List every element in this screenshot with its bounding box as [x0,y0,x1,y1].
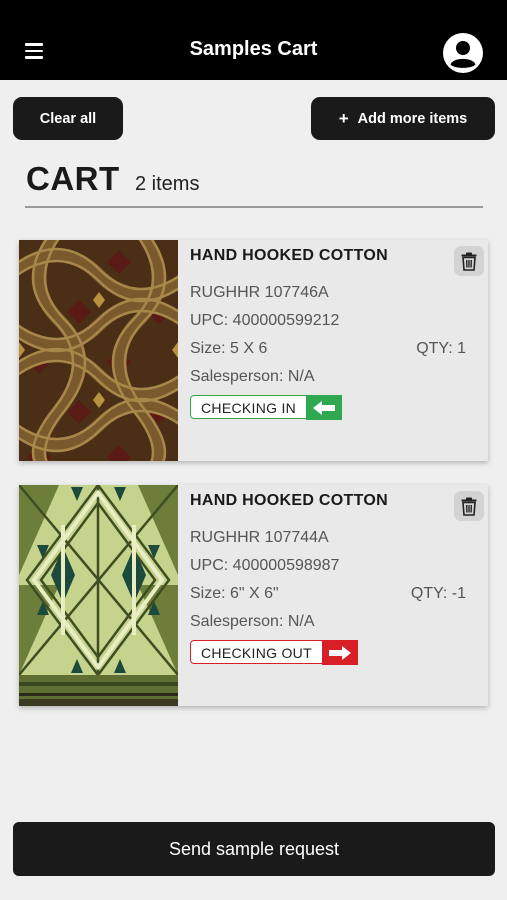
product-upc: UPC: 400000599212 [190,312,340,329]
status-badge: CHECKING OUT [190,640,358,665]
product-size: Size: 6" X 6" [190,585,279,602]
top-navigation-bar: Samples Cart [0,0,507,80]
product-sku: RUGHHR 107744A [190,529,329,546]
cart-item-card: HAND HOOKED COTTON RUGHHR 107744A UPC: 4… [19,485,488,706]
status-badge: CHECKING IN [190,395,343,420]
send-sample-request-label: Send sample request [168,838,340,859]
account-circle-icon[interactable] [442,32,484,74]
product-sku: RUGHHR 107746A [190,284,329,301]
delete-item-button[interactable] [454,491,484,521]
clear-all-button[interactable]: Clear all [13,97,123,140]
cart-item-card: HAND HOOKED COTTON RUGHHR 107746A UPC: 4… [19,240,488,461]
product-quantity: QTY: -1 [410,585,466,602]
plus-icon: + [338,108,349,128]
arrow-right-icon [321,641,358,665]
status-label: CHECKING IN [201,400,297,416]
product-swatch-image [19,485,178,706]
product-upc: UPC: 400000598987 [190,557,340,574]
product-swatch-image [19,240,178,461]
delete-item-button[interactable] [454,246,484,276]
trash-icon [461,252,477,271]
add-more-items-label: Add more items [357,110,468,127]
product-name: HAND HOOKED COTTON [190,492,388,509]
add-more-items-button[interactable]: + Add more items [311,97,495,140]
product-salesperson: Salesperson: N/A [190,368,315,385]
product-size: Size: 5 X 6 [190,340,268,357]
send-sample-request-button[interactable]: Send sample request [13,822,495,876]
trash-icon [461,497,477,516]
cart-heading: CART [26,160,120,197]
cart-item-count: 2 items [135,173,200,195]
product-salesperson: Salesperson: N/A [190,613,315,630]
product-quantity: QTY: 1 [416,340,466,357]
clear-all-label: Clear all [39,110,97,127]
product-name: HAND HOOKED COTTON [190,247,388,264]
status-label: CHECKING OUT [201,645,312,661]
arrow-left-icon [306,396,343,420]
header-divider [25,206,483,208]
page-title: Samples Cart [189,38,318,60]
